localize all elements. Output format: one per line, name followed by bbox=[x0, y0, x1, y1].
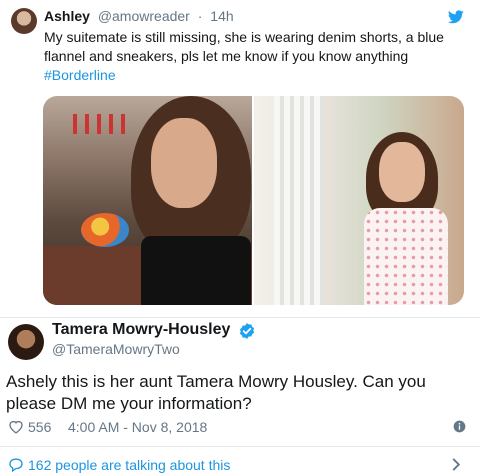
heart-icon[interactable] bbox=[8, 419, 24, 434]
comment-icon bbox=[9, 458, 23, 472]
main-tweet-author-handle[interactable]: @TameraMowryTwo bbox=[52, 341, 180, 357]
column bbox=[274, 96, 324, 305]
info-icon[interactable] bbox=[453, 420, 466, 433]
quoted-tweet[interactable]: Ashley @amowreader · 14h My suitemate is… bbox=[0, 0, 480, 318]
photo-girl-holding-painted-rock[interactable] bbox=[43, 96, 252, 305]
face bbox=[151, 118, 217, 208]
painted-rock bbox=[81, 213, 129, 247]
twitter-bird-icon[interactable] bbox=[448, 10, 464, 24]
quoted-tweet-author-name[interactable]: Ashley bbox=[44, 8, 90, 24]
tweet-meta: 556 4:00 AM - Nov 8, 2018 bbox=[6, 417, 474, 437]
quoted-tweet-body: My suitemate is still missing, she is we… bbox=[44, 29, 444, 64]
flags-background bbox=[73, 114, 133, 134]
main-tweet-text: Ashely this is her aunt Tamera Mowry Hou… bbox=[6, 372, 426, 413]
main-tweet-author-name[interactable]: Tamera Mowry-Housley bbox=[52, 321, 230, 339]
verified-badge-icon bbox=[239, 323, 255, 339]
tweet-timestamp[interactable]: 4:00 AM - Nov 8, 2018 bbox=[68, 419, 207, 435]
quoted-tweet-avatar[interactable] bbox=[11, 8, 37, 34]
talking-about-text[interactable]: 162 people are talking about this bbox=[28, 457, 230, 473]
floral-dress bbox=[364, 208, 448, 305]
hashtag-link[interactable]: #Borderline bbox=[44, 66, 464, 85]
black-top bbox=[141, 236, 251, 305]
quoted-tweet-author-handle[interactable]: @amowreader bbox=[98, 8, 190, 24]
main-tweet-avatar[interactable] bbox=[8, 324, 44, 360]
quoted-tweet-separator: · bbox=[197, 8, 203, 24]
media-grid bbox=[43, 96, 464, 305]
quoted-tweet-text: My suitemate is still missing, she is we… bbox=[44, 28, 464, 85]
face bbox=[379, 142, 425, 202]
like-count[interactable]: 556 bbox=[28, 419, 51, 435]
chevron-right-icon[interactable] bbox=[452, 458, 460, 471]
separator bbox=[0, 317, 480, 318]
quoted-tweet-time[interactable]: 14h bbox=[210, 8, 233, 24]
separator bbox=[0, 446, 480, 447]
conversation-link[interactable]: 162 people are talking about this bbox=[6, 455, 474, 475]
quoted-tweet-header: Ashley @amowreader · 14h bbox=[44, 8, 234, 24]
photo-girl-white-floral-dress[interactable] bbox=[254, 96, 464, 305]
